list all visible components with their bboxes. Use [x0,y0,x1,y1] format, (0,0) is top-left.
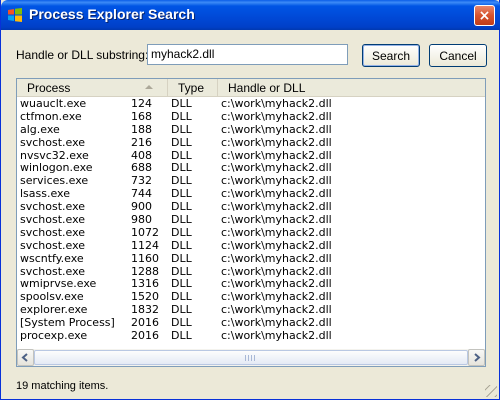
scroll-thumb[interactable] [34,350,468,365]
type-cell: DLL [171,213,192,227]
scroll-right-button[interactable] [468,349,485,366]
table-row[interactable]: svchost.exe 1072 DLL c:\work\myhack2.dll [20,225,482,240]
scroll-left-icon [21,353,28,362]
table-row[interactable]: svchost.exe 1124 DLL c:\work\myhack2.dll [20,238,482,253]
type-cell: DLL [171,238,192,252]
search-dialog: Process Explorer Search × Handle or DLL … [0,0,500,400]
handle-cell: c:\work\myhack2.dll [221,122,332,136]
results-list[interactable]: Process Type Handle or DLL wuauclt.exe 12… [16,78,486,367]
status-text: 19 matching items. [16,380,109,392]
column-header-handle[interactable]: Handle or DLL [218,79,485,97]
type-cell: DLL [171,135,192,149]
process-cell: svchost.exe [20,238,86,252]
process-cell: ctfmon.exe [20,109,82,123]
process-cell: wscntfy.exe [20,251,84,265]
close-icon: × [478,7,491,24]
pid-cell: 124 [131,97,152,110]
type-cell: DLL [171,329,192,343]
list-header: Process Type Handle or DLL [17,79,485,97]
table-row[interactable]: svchost.exe 980 DLL c:\work\myhack2.dll [20,213,482,227]
cancel-button[interactable]: Cancel [429,44,487,67]
table-row[interactable]: alg.exe 188 DLL c:\work\myhack2.dll [20,122,482,137]
handle-cell: c:\work\myhack2.dll [221,213,332,227]
sort-ascending-icon [145,85,153,89]
cancel-button-label: Cancel [439,48,477,63]
windows-flag-icon [8,8,22,22]
table-row[interactable]: wscntfy.exe 1160 DLL c:\work\myhack2.dll [20,251,482,266]
pid-cell: 2016 [131,329,159,343]
pid-cell: 980 [131,213,152,227]
handle-cell: c:\work\myhack2.dll [221,238,332,252]
pid-cell: 1160 [131,251,159,265]
pid-cell: 1124 [131,238,159,252]
table-row[interactable]: ctfmon.exe 168 DLL c:\work\myhack2.dll [20,109,482,124]
handle-cell: c:\work\myhack2.dll [221,225,332,239]
type-cell: DLL [171,97,192,110]
type-cell: DLL [171,122,192,136]
process-cell: alg.exe [20,122,60,136]
pid-cell: 188 [131,122,152,136]
window-title: Process Explorer Search [29,6,195,22]
handle-cell: c:\work\myhack2.dll [221,251,332,265]
handle-cell: c:\work\myhack2.dll [221,109,332,123]
table-row[interactable]: svchost.exe 216 DLL c:\work\myhack2.dll [20,135,482,150]
pid-cell: 168 [131,109,152,123]
title-bar[interactable]: Process Explorer Search × [1,0,500,30]
process-cell: svchost.exe [20,213,86,227]
column-header-type[interactable]: Type [168,79,218,97]
substring-input[interactable]: myhack2.dll [147,44,348,65]
handle-cell: c:\work\myhack2.dll [221,97,332,110]
substring-label: Handle or DLL substring: [16,48,149,62]
scroll-left-button[interactable] [17,349,34,366]
scroll-grip [245,355,255,361]
type-cell: DLL [171,251,192,265]
process-cell: svchost.exe [20,135,86,149]
scroll-right-icon [474,353,481,362]
table-row[interactable]: wuauclt.exe 124 DLL c:\work\myhack2.dll [20,97,482,111]
process-cell: procexp.exe [20,329,88,343]
search-button-label: Search [371,48,411,63]
result-rows: wuauclt.exe 124 DLL c:\work\myhack2.dll ctfm… [20,97,482,343]
pid-cell: 216 [131,135,152,149]
close-button[interactable]: × [474,5,495,26]
process-cell: wuauclt.exe [20,97,87,110]
resize-grip[interactable] [485,385,497,397]
table-row[interactable]: procexp.exe 2016 DLL c:\work\myhack2.dll [20,329,482,343]
type-cell: DLL [171,109,192,123]
handle-cell: c:\work\myhack2.dll [221,135,332,149]
pid-cell: 1072 [131,225,159,239]
type-cell: DLL [171,225,192,239]
handle-cell: c:\work\myhack2.dll [221,329,332,343]
horizontal-scrollbar[interactable] [17,349,485,366]
process-cell: svchost.exe [20,225,86,239]
search-button[interactable]: Search [362,44,420,67]
